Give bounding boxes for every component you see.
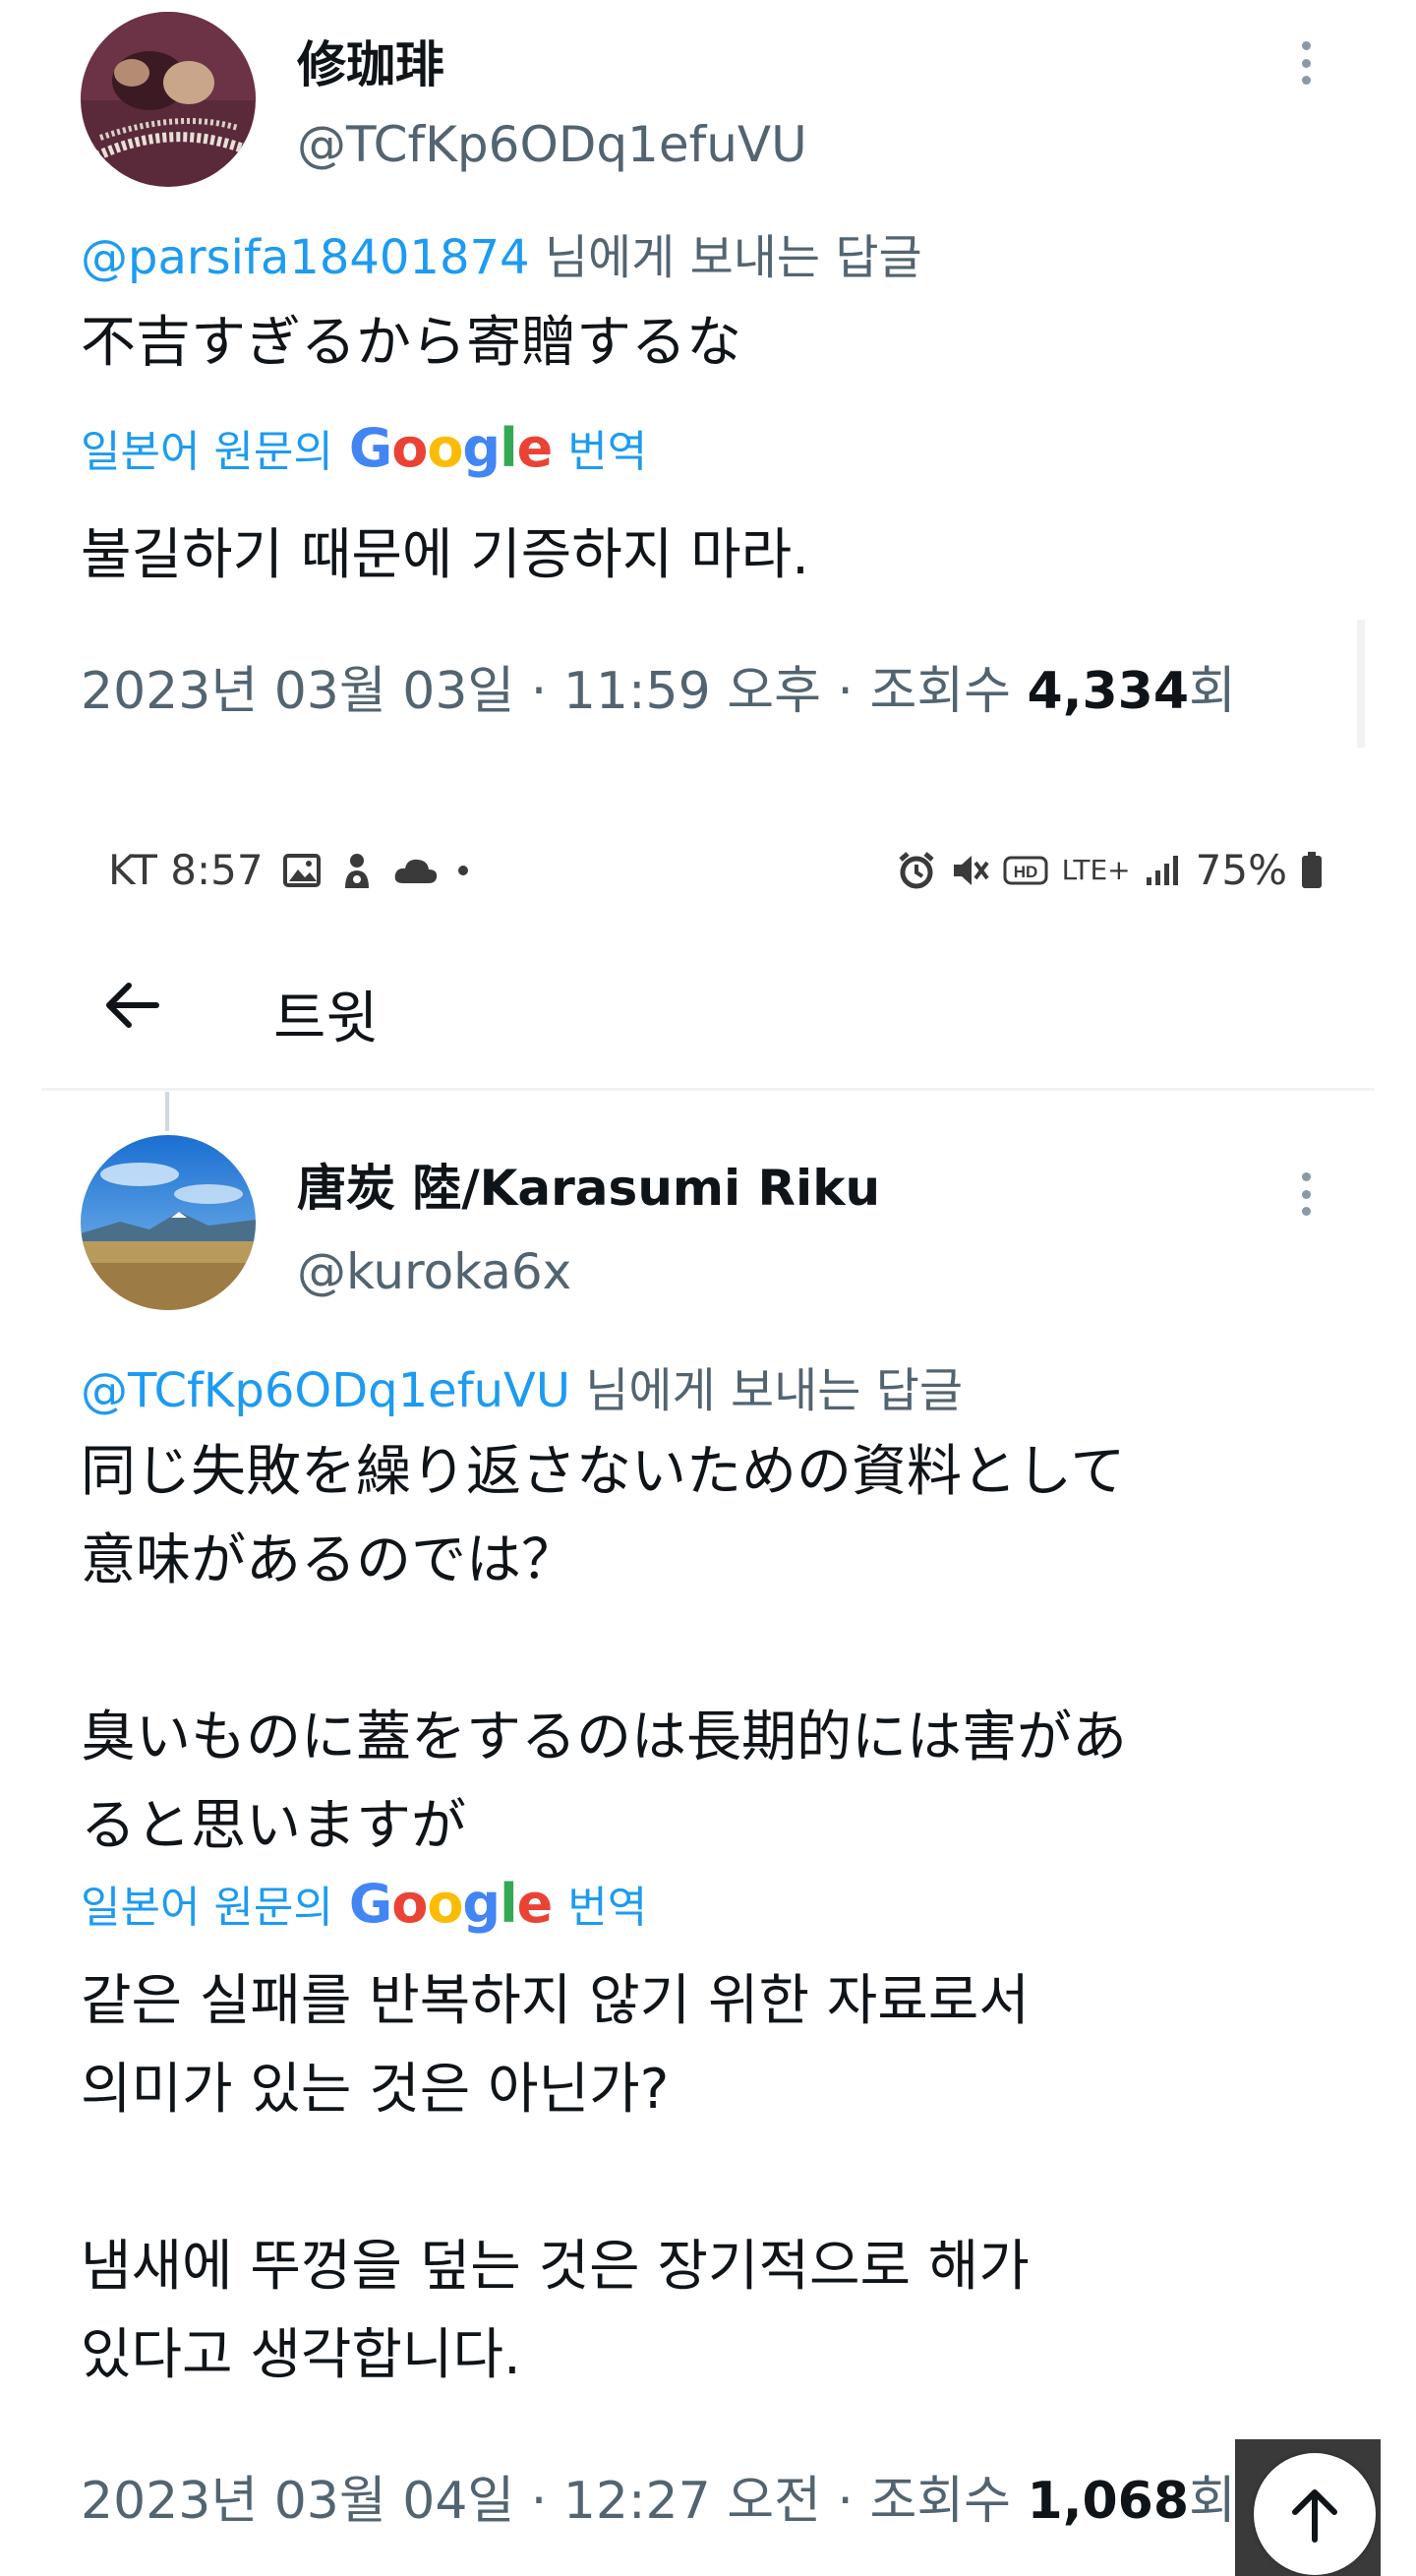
translated-text: 불길하기 때문에 기증하지 마라. — [81, 523, 809, 587]
notification-app-icon — [340, 851, 374, 890]
google-logo: Google — [348, 416, 553, 479]
reply-context: @parsifa18401874 님에게 보내는 답글 — [81, 218, 922, 287]
user-handle[interactable]: @kuroka6x — [297, 1243, 571, 1300]
reply-context: @TCfKp6ODq1efuVU 님에게 보내는 답글 — [81, 1351, 963, 1420]
tweet-reply-1: 修珈琲 @TCfKp6ODq1efuVU @parsifa18401874 님에… — [0, 0, 1416, 777]
display-name[interactable]: 唐炭 陸/Karasumi Riku — [297, 1149, 880, 1220]
status-right: HD LTE+ 75% — [897, 846, 1323, 894]
tweet-meta: 2023년 03월 04일 · 12:27 오전 · 조회수 1,068회 — [81, 2459, 1236, 2533]
gallery-icon — [282, 853, 321, 887]
avatar[interactable] — [81, 12, 256, 187]
reply-suffix: 님에게 보내는 답글 — [569, 1363, 964, 1418]
cloud-icon — [393, 856, 439, 885]
more-notifications-dot-icon — [457, 865, 468, 875]
hd-voice-icon: HD — [1003, 855, 1048, 886]
tweet-meta: 2023년 03월 03일 · 11:59 오후 · 조회수 4,334회 — [81, 649, 1236, 723]
avatar[interactable] — [81, 1135, 256, 1310]
translate-suffix: 번역 — [567, 427, 648, 477]
view-suffix: 회 — [1189, 662, 1236, 721]
reply-mention-link[interactable]: @TCfKp6ODq1efuVU — [81, 1363, 570, 1418]
battery-icon — [1301, 851, 1323, 889]
reply-mention-link[interactable]: @parsifa18401874 — [81, 230, 530, 285]
status-left: KT 8:57 — [108, 846, 468, 894]
translate-suffix: 번역 — [567, 1883, 648, 1933]
app-header: 트윗 — [0, 954, 1416, 1052]
avatar-image-icon — [81, 1135, 256, 1310]
status-bar: KT 8:57 HD LTE+ 75% — [0, 836, 1416, 915]
signal-strength-icon — [1145, 854, 1182, 887]
reply-suffix: 님에게 보내는 답글 — [529, 230, 922, 285]
battery-percent: 75% — [1195, 846, 1287, 894]
scroll-edge — [1357, 620, 1365, 748]
user-handle[interactable]: @TCfKp6ODq1efuVU — [297, 116, 807, 173]
view-suffix: 회 — [1189, 2472, 1236, 2531]
more-vertical-icon[interactable] — [1294, 33, 1318, 92]
translation-attribution[interactable]: 일본어 원문의 Google 번역 — [81, 413, 647, 482]
timestamp[interactable]: 2023년 03월 03일 · 11:59 오후 · 조회수 — [81, 662, 1028, 721]
translation-attribution[interactable]: 일본어 원문의 Google 번역 — [81, 1869, 647, 1938]
view-count: 4,334 — [1027, 662, 1190, 721]
mute-icon — [950, 851, 989, 890]
translate-prefix: 일본어 원문의 — [81, 1883, 333, 1933]
arrow-up-icon — [1292, 2489, 1337, 2543]
network-type: LTE+ — [1061, 854, 1131, 886]
tweet-text: 同じ失敗を繰り返さないための資料として 意味があるのでは？ 臭いものに蓋をするの… — [81, 1440, 1127, 1858]
tweet-screenshot: 修珈琲 @TCfKp6ODq1efuVU @parsifa18401874 님에… — [0, 0, 1416, 2576]
header-divider — [41, 1088, 1375, 1091]
back-button[interactable] — [96, 974, 165, 1037]
arrow-left-icon — [106, 983, 159, 1028]
view-count: 1,068 — [1027, 2472, 1190, 2531]
page-title: 트윗 — [273, 985, 379, 1051]
translate-prefix: 일본어 원문의 — [81, 427, 333, 477]
translated-text: 같은 실패를 반복하지 않기 위한 자료로서 의미가 있는 것은 아닌가? 냄새… — [81, 1969, 1030, 2387]
svg-text:HD: HD — [1013, 863, 1037, 881]
tweet-text: 不吉すぎるから寄贈するな — [81, 311, 741, 375]
carrier-time: KT 8:57 — [108, 846, 264, 894]
display-name[interactable]: 修珈琲 — [297, 26, 444, 96]
avatar-image-icon — [81, 12, 256, 187]
google-logo: Google — [348, 1872, 553, 1935]
more-vertical-icon[interactable] — [1294, 1165, 1318, 1224]
scroll-to-top-button[interactable] — [1254, 2453, 1376, 2575]
alarm-icon — [897, 851, 936, 890]
timestamp[interactable]: 2023년 03월 04일 · 12:27 오전 · 조회수 — [81, 2472, 1028, 2531]
